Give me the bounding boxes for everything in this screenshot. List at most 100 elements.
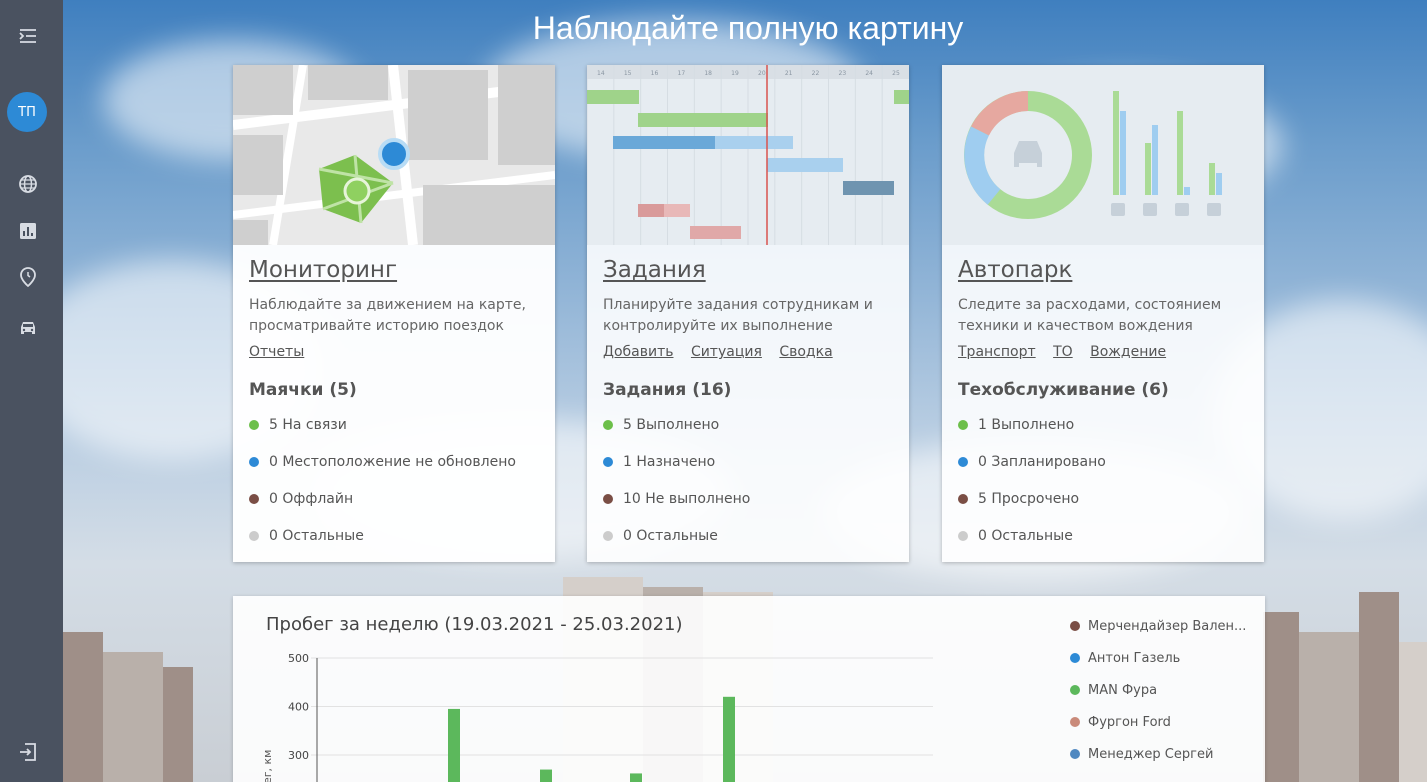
fleet-illustration (942, 65, 1264, 245)
chart-bar[interactable] (723, 696, 735, 782)
link-summary[interactable]: Сводка (779, 344, 832, 360)
stat-item[interactable]: 0 Остальные (958, 517, 1250, 554)
gantt-day-label: 22 (812, 70, 820, 77)
status-dot (249, 530, 259, 541)
card-description: Наблюдайте за движением на карте, просма… (249, 297, 526, 334)
stat-label: 0 Запланировано (978, 453, 1106, 470)
status-dot (958, 419, 968, 430)
gantt-day-label: 24 (865, 70, 873, 77)
gantt-day-label: 17 (678, 70, 686, 77)
legend-item[interactable]: Менеджер Сергей (1070, 738, 1260, 770)
card-description: Следите за расходами, состоянием техники… (958, 297, 1222, 334)
stat-label: 0 Остальные (978, 527, 1073, 544)
stat-item[interactable]: 0 Запланировано (958, 443, 1250, 480)
stat-item[interactable]: 0 Оффлайн (249, 480, 541, 517)
legend-dot (1070, 749, 1080, 759)
link-situation[interactable]: Ситуация (691, 344, 762, 360)
stat-label: 0 Остальные (269, 527, 364, 544)
gantt-day-label: 15 (624, 70, 632, 77)
sidebar: ТП (0, 0, 63, 782)
card-title[interactable]: Мониторинг (249, 257, 397, 283)
legend-dot (1070, 685, 1080, 695)
y-tick-label: 400 (288, 701, 309, 714)
stat-item[interactable]: 10 Не выполнено (603, 480, 895, 517)
status-dot (603, 419, 613, 430)
stat-label: 5 На связи (269, 416, 347, 433)
page-title: Наблюдайте полную картину (532, 10, 964, 46)
stat-label: 0 Оффлайн (269, 490, 354, 507)
stat-label: 5 Выполнено (623, 416, 720, 433)
legend-dot (1070, 717, 1080, 727)
stat-label: 10 Не выполнено (623, 490, 751, 507)
legend-label: MAN Фура (1088, 682, 1158, 698)
chart-bar[interactable] (630, 773, 642, 782)
gantt-day-label: 18 (704, 70, 712, 77)
clock-icon[interactable] (14, 263, 42, 291)
legend-label: Антон Газель (1088, 650, 1181, 666)
stat-item[interactable]: 1 Выполнено (958, 406, 1250, 443)
gantt-day-label: 20 (758, 70, 766, 77)
chart-title: Пробег за неделю (19.03.2021 - 25.03.202… (266, 614, 683, 635)
status-dot (958, 530, 968, 541)
stat-label: 0 Местоположение не обновлено (269, 453, 516, 470)
stat-item[interactable]: 0 Остальные (603, 517, 895, 554)
link-driving[interactable]: Вождение (1090, 344, 1166, 360)
section-title: Техобслуживание (6) (958, 380, 1169, 400)
status-dot (958, 456, 968, 467)
stat-label: 5 Просрочено (978, 490, 1080, 507)
stat-item[interactable]: 0 Местоположение не обновлено (249, 443, 541, 480)
status-dot (249, 493, 259, 504)
gantt-day-label: 25 (892, 70, 900, 77)
link-reports[interactable]: Отчеты (249, 344, 304, 360)
legend-label: Мерчендайзер Вален... (1088, 618, 1247, 634)
stat-item[interactable]: 1 Назначено (603, 443, 895, 480)
gantt-day-label: 23 (839, 70, 847, 77)
section-title: Маячки (5) (249, 380, 357, 400)
y-tick-label: 300 (288, 749, 309, 762)
legend-item[interactable]: Мерчендайзер Вален... (1070, 610, 1260, 642)
status-dot (249, 419, 259, 430)
mileage-chart: ег, км 500 400 300 (261, 652, 933, 782)
chart-bar[interactable] (540, 769, 552, 782)
link-maintenance[interactable]: ТО (1053, 344, 1073, 360)
chart-icon[interactable] (14, 217, 42, 245)
avatar[interactable]: ТП (7, 92, 47, 132)
chart-bar[interactable] (448, 708, 460, 782)
car-icon[interactable] (14, 314, 42, 342)
y-tick-label: 500 (288, 652, 309, 665)
legend-label: Менеджер Сергей (1088, 746, 1214, 762)
legend-item[interactable]: Антон Газель (1070, 642, 1260, 674)
stat-item[interactable]: 5 На связи (249, 406, 541, 443)
status-dot (603, 456, 613, 467)
status-dot (603, 530, 613, 541)
menu-icon[interactable] (14, 22, 42, 50)
card-fleet: Автопарк Следите за расходами, состояние… (942, 65, 1264, 562)
card-description: Планируйте задания сотрудникам и контрол… (603, 297, 873, 334)
status-dot (603, 493, 613, 504)
stat-label: 0 Остальные (623, 527, 718, 544)
stat-item[interactable]: 5 Выполнено (603, 406, 895, 443)
legend-item[interactable]: MAN Фура (1070, 674, 1260, 706)
card-tasks: 14 15 16 17 18 19 20 21 22 23 24 25 Задания Планиру… (587, 65, 909, 562)
gantt-day-label: 19 (731, 70, 739, 77)
gantt-day-label: 21 (785, 70, 793, 77)
link-add[interactable]: Добавить (603, 344, 673, 360)
stat-label: 1 Выполнено (978, 416, 1075, 433)
card-title[interactable]: Задания (603, 257, 706, 283)
y-axis-label: ег, км (261, 750, 274, 782)
card-title[interactable]: Автопарк (958, 257, 1072, 283)
card-monitoring: Мониторинг Наблюдайте за движением на ка… (233, 65, 555, 562)
legend-item[interactable]: Фургон Ford (1070, 706, 1260, 738)
stat-item[interactable]: 0 Остальные (249, 517, 541, 554)
logout-icon[interactable] (14, 738, 42, 766)
globe-icon[interactable] (14, 170, 42, 198)
legend-dot (1070, 621, 1080, 631)
section-title: Задания (16) (603, 380, 732, 400)
legend-dot (1070, 653, 1080, 663)
link-transport[interactable]: Транспорт (958, 344, 1036, 360)
gantt-illustration: 14 15 16 17 18 19 20 21 22 23 24 25 (587, 65, 909, 245)
legend-label: Фургон Ford (1088, 714, 1171, 730)
chart-legend: Мерчендайзер Вален... Антон Газель MAN Ф… (1070, 610, 1260, 770)
stat-item[interactable]: 5 Просрочено (958, 480, 1250, 517)
map-illustration (233, 65, 555, 245)
